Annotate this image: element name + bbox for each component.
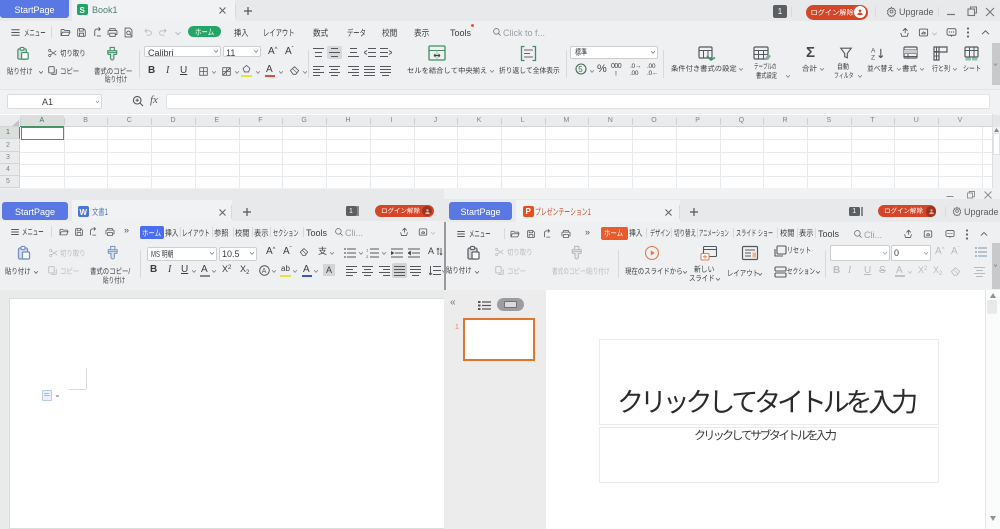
svg-text:A: A: [262, 268, 267, 275]
svg-text:1: 1: [366, 248, 369, 253]
svg-text:2: 2: [366, 254, 369, 258]
svg-text:5: 5: [578, 65, 583, 74]
